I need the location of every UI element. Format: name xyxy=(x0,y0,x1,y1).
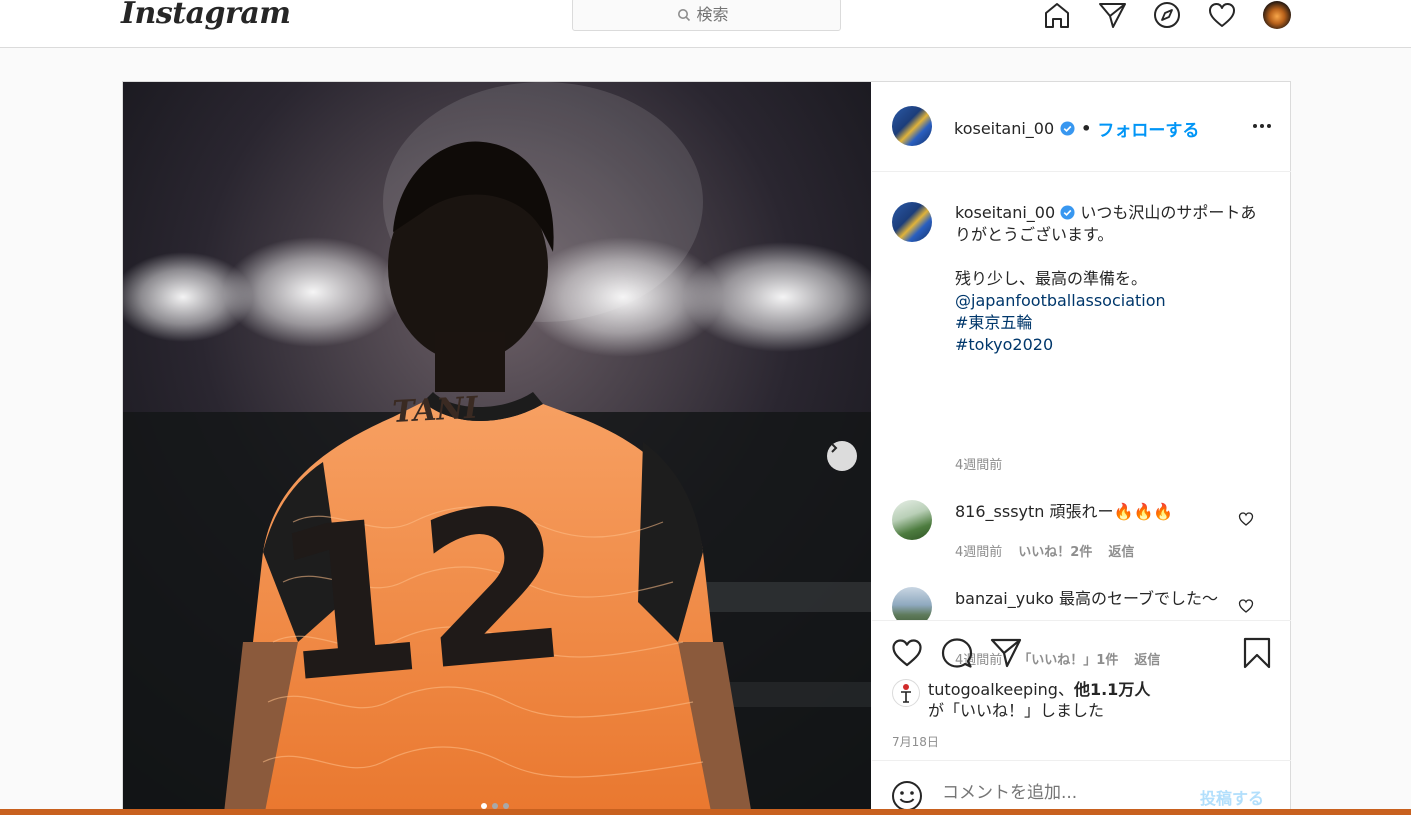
comment-like-heart-icon[interactable] xyxy=(1238,598,1254,614)
post-image-illustration: TANI 12 xyxy=(123,82,871,815)
instagram-logo[interactable]: Instagram xyxy=(121,0,291,31)
profile-avatar-image xyxy=(1263,1,1291,29)
add-comment-bar: 投稿する xyxy=(872,760,1291,815)
comment-text: 816_sssytn 頑張れー🔥🔥🔥 xyxy=(955,501,1220,523)
direct-icon[interactable] xyxy=(1095,0,1129,32)
jersey-name: TANI xyxy=(392,391,480,430)
liked-suffix: が「いいね！」しました xyxy=(928,701,1105,720)
post-photo[interactable]: TANI 12 xyxy=(123,82,871,815)
author-avatar[interactable] xyxy=(892,106,932,146)
comment-time[interactable]: 4週間前 xyxy=(955,545,1002,560)
caption-author-avatar[interactable] xyxy=(892,202,932,242)
reply-button[interactable]: 返信 xyxy=(1108,545,1134,560)
search-box[interactable] xyxy=(572,0,841,31)
liker-avatar[interactable] xyxy=(892,679,920,707)
add-comment-input[interactable] xyxy=(942,783,1182,803)
caption-time[interactable]: 4週間前 xyxy=(955,454,1002,473)
liker-logo-icon xyxy=(901,684,911,703)
liked-by-others[interactable]: 他1.1万人 xyxy=(1074,680,1150,699)
commenter-avatar[interactable] xyxy=(892,587,932,620)
activity-heart-icon[interactable] xyxy=(1205,0,1239,32)
liked-by-text: tutogoalkeeping、他1.1万人 が「いいね！」しました xyxy=(928,679,1268,721)
like-heart-icon[interactable] xyxy=(890,636,924,670)
caption-line-2: 残り少し、最高の準備を。 xyxy=(955,269,1148,288)
comment-username[interactable]: 816_sssytn xyxy=(955,502,1044,521)
mention-link[interactable]: @japanfootballassociation xyxy=(955,290,1265,312)
share-direct-icon[interactable] xyxy=(989,636,1023,670)
author-username[interactable]: koseitani_00 xyxy=(954,119,1054,138)
taskbar-strip xyxy=(0,809,1411,815)
author-line: koseitani_00 • フォローする xyxy=(954,116,1199,141)
comment-like-heart-icon[interactable] xyxy=(1238,511,1254,527)
verified-badge-icon xyxy=(1060,205,1075,220)
home-icon[interactable] xyxy=(1040,0,1074,32)
liked-by-user[interactable]: tutogoalkeeping xyxy=(928,680,1058,699)
search-input[interactable] xyxy=(696,5,737,24)
comment-bubble-icon[interactable] xyxy=(940,636,974,670)
comment-body: 頑張れー🔥🔥🔥 xyxy=(1049,502,1174,521)
search-icon xyxy=(677,8,690,21)
post-caption: koseitani_00 いつも沢山のサポートありがとうございます。 残り少し、… xyxy=(955,202,1265,356)
post-header: koseitani_00 • フォローする xyxy=(872,82,1291,172)
comment-meta: 4週間前 いいね！2件 返信 xyxy=(955,541,1134,560)
jersey-number: 12 xyxy=(264,461,576,731)
carousel-next-button[interactable] xyxy=(827,441,857,471)
follow-button[interactable]: フォローする xyxy=(1097,116,1199,141)
explore-icon[interactable] xyxy=(1150,0,1184,32)
post-date[interactable]: 7月18日 xyxy=(892,733,939,750)
separator-dot: • xyxy=(1081,119,1092,138)
comment-text: banzai_yuko 最高のセーブでした〜 xyxy=(955,588,1220,610)
profile-avatar[interactable] xyxy=(1260,0,1294,32)
commenter-avatar[interactable] xyxy=(892,500,932,540)
liked-by-separator: 、 xyxy=(1057,680,1074,699)
caption-username[interactable]: koseitani_00 xyxy=(955,203,1055,222)
save-bookmark-icon[interactable] xyxy=(1240,636,1274,670)
emoji-icon[interactable] xyxy=(890,779,924,813)
chevron-right-icon xyxy=(831,443,838,453)
nav-icons xyxy=(1040,0,1294,32)
more-options-icon[interactable] xyxy=(1250,114,1274,138)
top-navigation-bar: Instagram xyxy=(0,0,1411,48)
post-actions: tutogoalkeeping、他1.1万人 が「いいね！」しました 7月18日 xyxy=(872,620,1291,760)
comment-body: 最高のセーブでした〜 xyxy=(1058,589,1218,608)
hashtag-link[interactable]: #東京五輪 xyxy=(955,312,1265,334)
post-card: TANI 12 koseitani_00 • フォローする koseitani_… xyxy=(122,81,1291,815)
post-comment-button[interactable]: 投稿する xyxy=(1200,785,1264,809)
comment-likes[interactable]: いいね！2件 xyxy=(1018,545,1092,560)
hashtag-link[interactable]: #tokyo2020 xyxy=(955,334,1265,356)
post-sidebar: koseitani_00 • フォローする koseitani_00 いつも沢山… xyxy=(872,82,1291,815)
verified-badge-icon xyxy=(1060,121,1075,136)
comments-list[interactable]: koseitani_00 いつも沢山のサポートありがとうございます。 残り少し、… xyxy=(872,173,1291,620)
comment-username[interactable]: banzai_yuko xyxy=(955,589,1054,608)
